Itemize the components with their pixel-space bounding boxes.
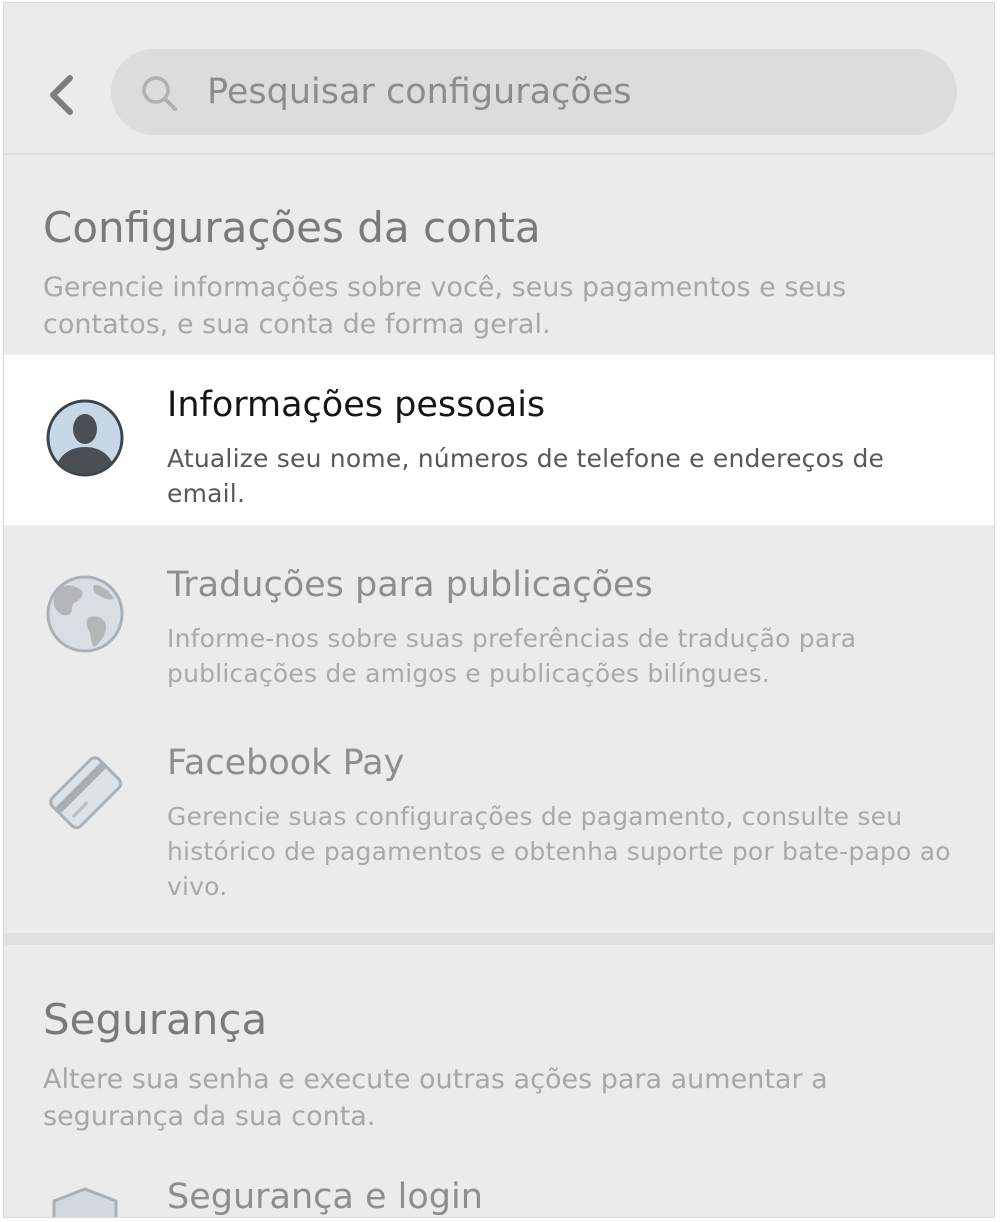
settings-item-translations[interactable]: Traduções para publicações Informe-nos s…	[4, 533, 994, 703]
item-description: Atualize seu nome, números de telefone e…	[167, 444, 885, 508]
item-title: Informações pessoais	[167, 385, 546, 425]
settings-screen: Configurações da conta Gerencie informaç…	[3, 2, 995, 1218]
section-title-security: Segurança	[43, 995, 268, 1044]
item-description: Gerencie suas configurações de pagamento…	[167, 802, 951, 901]
header	[4, 3, 994, 155]
item-title: Facebook Pay	[167, 743, 405, 783]
section-divider	[4, 933, 994, 945]
item-description: Informe-nos sobre suas preferências de t…	[167, 624, 857, 688]
item-title: Segurança e login	[167, 1177, 483, 1217]
settings-item-security-login[interactable]: Segurança e login	[4, 1153, 994, 1217]
globe-icon	[46, 575, 124, 653]
settings-item-personal-info[interactable]: Informações pessoais Atualize seu nome, …	[4, 355, 994, 525]
chevron-left-icon	[50, 75, 73, 115]
search-icon	[142, 76, 177, 111]
shield-icon	[52, 1187, 118, 1217]
search-input[interactable]	[207, 49, 907, 135]
search-bar[interactable]	[111, 49, 957, 135]
back-button[interactable]	[38, 67, 84, 123]
item-title: Traduções para publicações	[167, 565, 653, 605]
section-description-security: Altere sua senha e execute outras ações …	[43, 1064, 828, 1132]
settings-item-facebook-pay[interactable]: Facebook Pay Gerencie suas configurações…	[4, 711, 994, 921]
person-icon	[46, 399, 124, 477]
section-title-account: Configurações da conta	[43, 203, 541, 252]
credit-card-icon	[49, 756, 123, 830]
section-description-account: Gerencie informações sobre você, seus pa…	[43, 272, 847, 340]
